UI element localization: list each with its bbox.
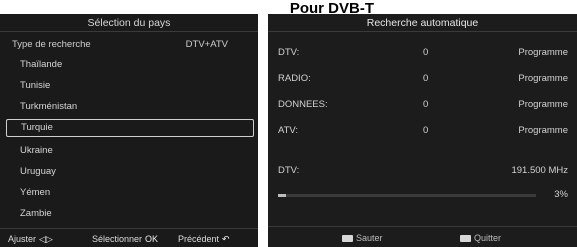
country-item[interactable]: Uruguay bbox=[6, 163, 254, 181]
frequency-value: 191.500 MHz bbox=[511, 165, 568, 176]
back-arrow-icon: ↶ bbox=[222, 234, 230, 244]
skip-hint[interactable]: Sauter bbox=[342, 229, 383, 247]
auto-search-header: Recherche automatique bbox=[268, 14, 577, 32]
adjust-label: Ajuster bbox=[8, 234, 37, 244]
country-item[interactable]: Zambie bbox=[6, 205, 254, 223]
quit-hint[interactable]: Quitter bbox=[460, 229, 501, 247]
dtv-count-row: DTV: 0 Programme bbox=[278, 45, 568, 61]
country-item[interactable]: Thaïlande bbox=[6, 56, 254, 74]
count-value: 0 bbox=[423, 73, 429, 84]
country-item[interactable]: Ukraine bbox=[6, 142, 254, 160]
adjust-hint[interactable]: Ajuster ◁▷ bbox=[8, 230, 53, 247]
count-unit: Programme bbox=[518, 47, 568, 58]
key-badge-icon bbox=[460, 235, 471, 243]
country-item-selected[interactable]: Turquie bbox=[6, 119, 254, 137]
count-unit: Programme bbox=[518, 125, 568, 136]
data-count-row: DONNEES: 0 Programme bbox=[278, 97, 568, 113]
country-selection-header: Sélection du pays bbox=[0, 14, 258, 32]
atv-count-row: ATV: 0 Programme bbox=[278, 123, 568, 139]
country-selection-panel: Sélection du pays Type de recherche DTV+… bbox=[0, 14, 258, 247]
auto-search-panel: Recherche automatique DTV: 0 Programme R… bbox=[268, 14, 577, 247]
count-label: DTV: bbox=[278, 47, 300, 58]
previous-label: Précédent bbox=[178, 234, 220, 244]
select-hint[interactable]: Sélectionner OK bbox=[92, 230, 158, 247]
frequency-label: DTV: bbox=[278, 165, 300, 176]
skip-label: Sauter bbox=[356, 233, 383, 243]
footer-divider bbox=[268, 226, 577, 227]
search-type-value: DTV+ATV bbox=[185, 39, 228, 50]
search-type-label: Type de recherche bbox=[12, 39, 91, 50]
country-item[interactable]: Yémen bbox=[6, 184, 254, 202]
quit-label: Quitter bbox=[474, 233, 502, 243]
left-footer-bar: Ajuster ◁▷ Sélectionner OK Précédent ↶ bbox=[0, 228, 258, 247]
select-label: Sélectionner bbox=[92, 234, 143, 244]
left-right-arrows-icon: ◁▷ bbox=[39, 234, 53, 244]
country-item[interactable]: Tunisie bbox=[6, 77, 254, 95]
count-label: RADIO: bbox=[278, 73, 311, 84]
key-badge-icon bbox=[342, 235, 353, 243]
ok-icon: OK bbox=[145, 234, 159, 244]
count-value: 0 bbox=[423, 47, 429, 58]
scan-progress-fill bbox=[278, 194, 286, 197]
count-unit: Programme bbox=[518, 73, 568, 84]
count-label: ATV: bbox=[278, 125, 299, 136]
country-item[interactable]: Turkménistan bbox=[6, 98, 254, 116]
right-footer-bar: Sauter Quitter bbox=[268, 228, 577, 247]
radio-count-row: RADIO: 0 Programme bbox=[278, 71, 568, 87]
scan-progress-text: 3% bbox=[554, 189, 568, 200]
count-unit: Programme bbox=[518, 99, 568, 110]
count-value: 0 bbox=[423, 99, 429, 110]
previous-hint[interactable]: Précédent ↶ bbox=[178, 230, 230, 247]
count-label: DONNEES: bbox=[278, 99, 328, 110]
frequency-row: DTV: 191.500 MHz bbox=[278, 163, 568, 179]
scan-progress-bar bbox=[278, 194, 536, 197]
count-value: 0 bbox=[423, 125, 429, 136]
search-type-row[interactable]: Type de recherche DTV+ATV bbox=[12, 36, 248, 54]
